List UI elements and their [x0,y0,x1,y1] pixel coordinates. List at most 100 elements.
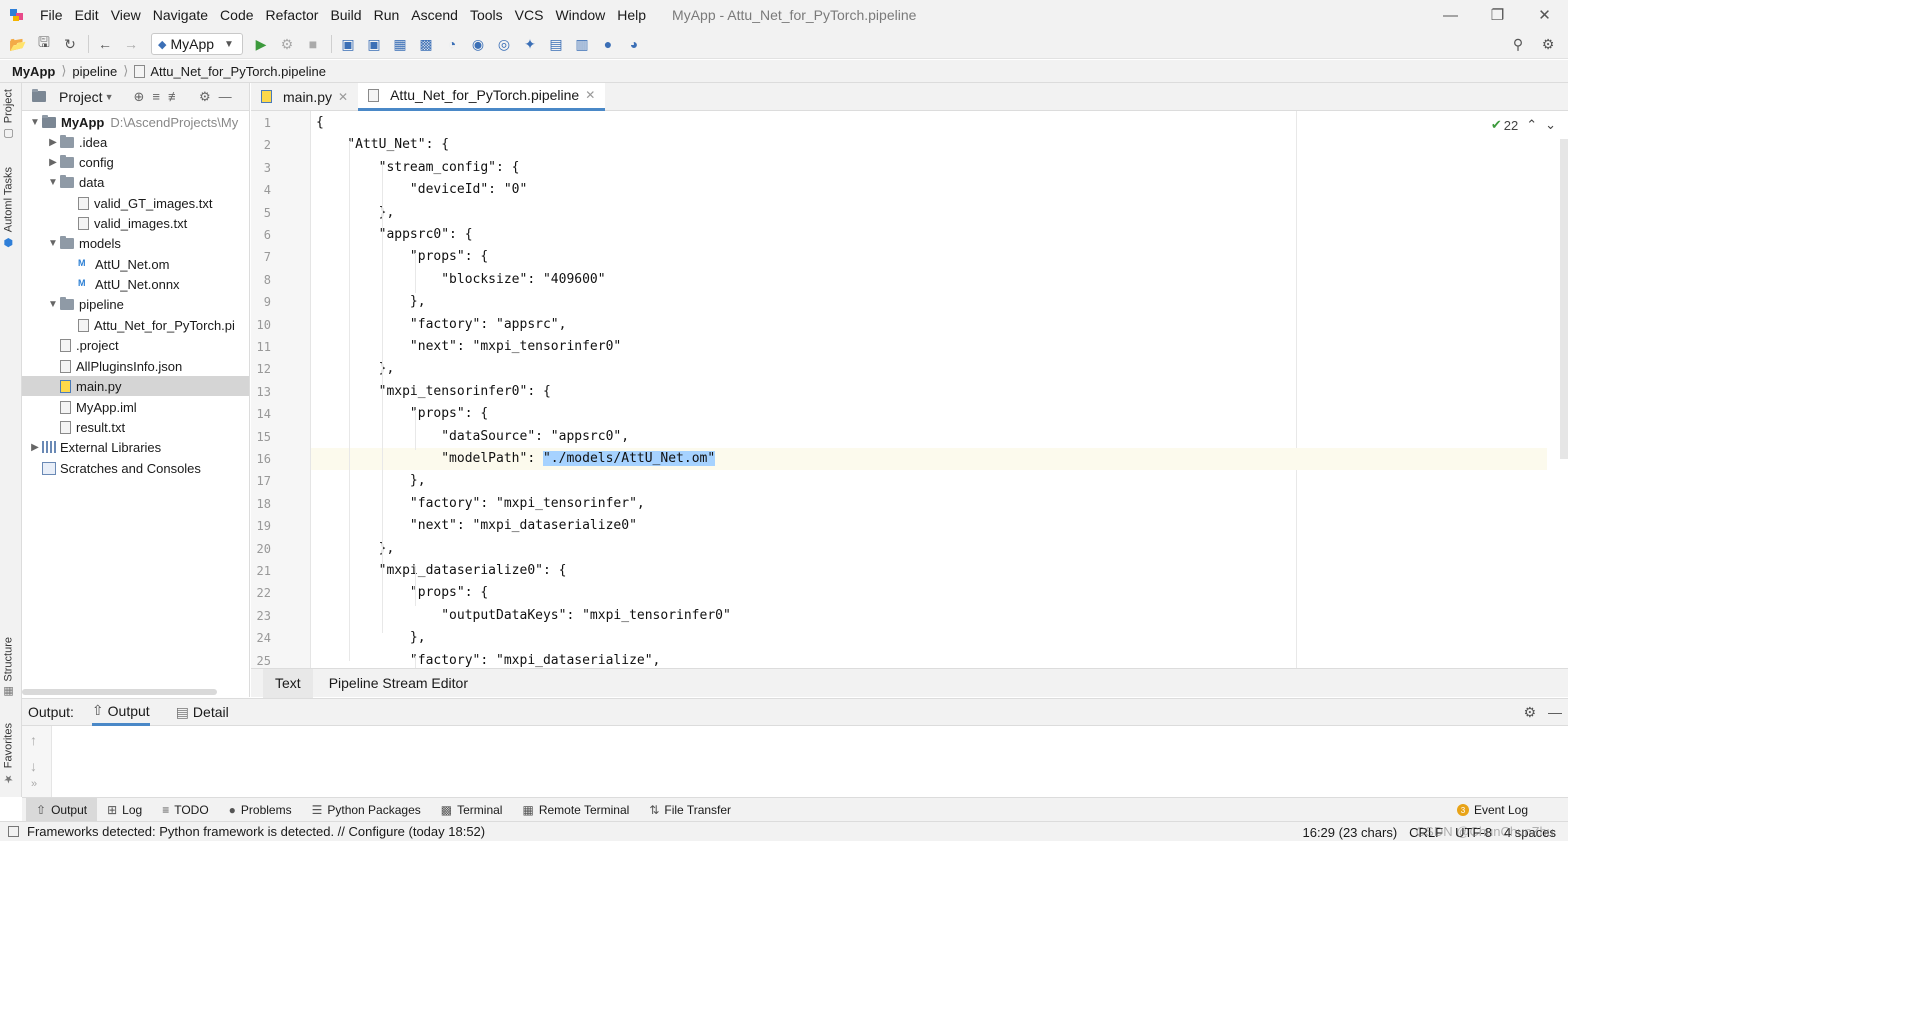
chevron-right-icon[interactable]: ▶ [46,137,60,148]
forward-icon[interactable]: → [119,32,143,56]
close-icon[interactable]: ✕ [1521,0,1568,30]
breadcrumb-file[interactable]: Attu_Net_for_PyTorch.pipeline [150,64,326,79]
code-line[interactable]: "props": { [316,582,488,604]
ascend-tool-11-icon[interactable]: ● [596,32,620,56]
hide-icon[interactable]: — [1548,704,1562,721]
horizontal-scrollbar[interactable] [22,689,217,695]
code-line[interactable]: }, [316,627,426,649]
tab-main-py[interactable]: main.py ✕ [251,83,358,111]
toolwindow-log[interactable]: ⊞ Log [97,798,152,822]
hide-icon[interactable]: — [219,89,232,104]
gear-icon[interactable]: ⚙ [1523,704,1536,721]
tree-item-valid-images[interactable]: valid_images.txt [78,213,187,233]
breadcrumb-folder[interactable]: pipeline [72,64,117,79]
code-line[interactable]: "deviceId": "0" [316,179,527,201]
tab-automl-tasks[interactable]: ⬢ Automl Tasks [2,167,16,249]
event-log-button[interactable]: 3 Event Log [1447,798,1538,822]
ascend-tool-12-icon[interactable]: ◕ [622,32,646,56]
stop-icon[interactable]: ■ [301,32,325,56]
menu-view[interactable]: View [105,0,147,30]
chevron-down-icon[interactable]: ▼ [46,299,60,310]
status-message[interactable]: Frameworks detected: Python framework is… [27,824,485,839]
code-line[interactable]: "outputDataKeys": "mxpi_tensorinfer0" [316,605,731,627]
tree-item-data[interactable]: ▼ data [46,172,104,192]
code-line[interactable]: }, [316,470,426,492]
tree-item-pipeline-file[interactable]: Attu_Net_for_PyTorch.pi [78,315,235,335]
tab-structure[interactable]: ▦ Structure [2,637,16,699]
tree-item-config[interactable]: ▶ config [46,152,114,172]
tree-item-main-py[interactable]: main.py [22,376,249,396]
ascend-tool-10-icon[interactable]: ▥ [570,32,594,56]
collapse-all-icon[interactable]: ≢ [168,89,181,104]
code-line[interactable]: "next": "mxpi_dataserialize0" [316,515,637,537]
toolwindow-remote-terminal[interactable]: ▦ Remote Terminal [512,798,639,822]
ascend-tool-8-icon[interactable]: ✦ [518,32,542,56]
tree-item-result-txt[interactable]: result.txt [60,417,125,437]
back-icon[interactable]: ← [93,32,117,56]
locate-icon[interactable]: ⊕ [134,89,145,105]
run-configuration-select[interactable]: ◆ MyApp ▼ [151,33,243,55]
ascend-tool-4-icon[interactable]: ▩ [414,32,438,56]
ascend-tool-5-icon[interactable]: ◔ [440,32,464,56]
code-line[interactable]: { [316,112,324,134]
code-line[interactable]: "factory": "mxpi_dataserialize", [316,650,660,668]
tab-text[interactable]: Text [263,668,313,698]
menu-refactor[interactable]: Refactor [260,0,325,30]
run-icon[interactable]: ▶ [249,32,273,56]
tree-item-idea[interactable]: ▶ .idea [46,132,107,152]
chevron-down-icon[interactable]: ▼ [46,238,60,249]
code-line[interactable]: "AttU_Net": { [316,134,449,156]
chevron-up-icon[interactable]: ⌃ [1526,117,1537,133]
ascend-tool-6-icon[interactable]: ◉ [466,32,490,56]
tree-item-attu-net-om[interactable]: M AttU_Net.om [78,254,169,274]
toolwindow-problems[interactable]: ● Problems [219,798,302,822]
toolwindow-file-transfer[interactable]: ⇅ File Transfer [639,798,741,822]
tree-root[interactable]: ▼ MyApp D:\AscendProjects\My [28,112,238,132]
code-line[interactable]: "props": { [316,403,488,425]
menu-ascend[interactable]: Ascend [405,0,464,30]
caret-position[interactable]: 16:29 (23 chars) [1302,825,1397,840]
open-folder-icon[interactable]: 📂 [6,32,30,56]
code-line[interactable]: "blocksize": "409600" [316,269,605,291]
code-line[interactable]: "mxpi_tensorinfer0": { [316,381,551,403]
code-line[interactable]: "stream_config": { [316,157,520,179]
toolwindow-todo[interactable]: ≡ TODO [152,798,218,822]
chevron-right-icon[interactable]: ▶ [28,442,42,453]
ascend-tool-9-icon[interactable]: ▤ [544,32,568,56]
output-panel-body[interactable]: ↑ ↓ » [22,726,1568,797]
chevron-right-icon[interactable]: ▶ [46,157,60,168]
tree-item-valid-gt-images[interactable]: valid_GT_images.txt [78,193,213,213]
tree-item-project-file[interactable]: .project [60,335,119,355]
toolwindow-python-packages[interactable]: ☰ Python Packages [302,798,431,822]
code-editor[interactable]: 1 2 3 4 5 6 7 8 9 10 11 12 13 14 15 16 17 18 19 20 21 22 23 24 2… [251,111,1568,668]
menu-run[interactable]: Run [368,0,406,30]
tab-favorites[interactable]: ★ Favorites [2,723,16,785]
sync-icon[interactable]: ↻ [58,32,82,56]
chevron-down-icon[interactable]: ▼ [105,92,114,102]
close-tab-icon[interactable]: ✕ [585,88,595,102]
code-line[interactable]: "appsrc0": { [316,224,473,246]
code-line[interactable]: "mxpi_dataserialize0": { [316,560,567,582]
menu-code[interactable]: Code [214,0,259,30]
code-line[interactable]: "props": { [316,246,488,268]
menu-build[interactable]: Build [324,0,367,30]
menu-vcs[interactable]: VCS [509,0,550,30]
chevron-down-icon[interactable]: ▼ [28,117,42,128]
ascend-tool-1-icon[interactable]: ▣ [336,32,360,56]
tree-item-scratches[interactable]: Scratches and Consoles [42,458,201,478]
more-icon[interactable]: » [31,778,37,790]
chevron-down-icon[interactable]: ▼ [46,177,60,188]
code-line[interactable]: "factory": "appsrc", [316,314,567,336]
code-line[interactable]: "factory": "mxpi_tensorinfer", [316,493,645,515]
scroll-up-icon[interactable]: ↑ [30,732,37,748]
chevron-down-icon[interactable]: ⌄ [1545,117,1556,133]
tree-item-myapp-iml[interactable]: MyApp.iml [60,397,137,417]
debug-icon[interactable]: ⚙ [275,32,299,56]
selected-text[interactable]: "./models/AttU_Net.om" [542,451,716,466]
tree-item-models[interactable]: ▼ models [46,233,121,253]
expand-all-icon[interactable]: ≡ [152,89,160,104]
tab-pipeline[interactable]: Attu_Net_for_PyTorch.pipeline ✕ [358,82,606,111]
code-line[interactable]: "dataSource": "appsrc0", [316,426,629,448]
tab-pipeline-stream-editor[interactable]: Pipeline Stream Editor [317,669,480,698]
breadcrumb-project[interactable]: MyApp [12,64,55,79]
